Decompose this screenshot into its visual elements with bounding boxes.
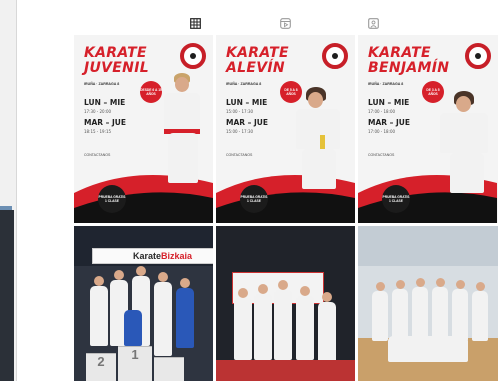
post-gym-group-photo[interactable] — [358, 226, 498, 381]
poster-location: IRUÑA · ZARRAGA 8 — [84, 82, 120, 86]
post-karate-juvenil[interactable]: KARATE JUVENIL IRUÑA · ZARRAGA 8 LUN – MI… — [74, 35, 213, 223]
age-badge: DE 3 A 5 AÑOS — [422, 81, 444, 103]
podium-second: 2 — [86, 353, 116, 381]
poster-location: IRUÑA · ZARRAGA 8 — [368, 82, 404, 86]
reels-icon — [279, 17, 291, 29]
post-podium-photo[interactable]: KarateBizkaia 2 1 — [74, 226, 213, 381]
poster-contact: CONTACTANOS — [84, 153, 111, 157]
poster-title: KARATE ALEVÍN — [226, 45, 289, 76]
post-group-medals-photo[interactable] — [216, 226, 355, 381]
poster-schedule: LUN – MIE 17:00 - 18:00 MAR – JUE 17:00 - … — [368, 98, 411, 134]
poster-contact: CONTACTANOS — [368, 153, 395, 157]
club-logo-icon — [322, 43, 348, 69]
background-window-photo — [0, 210, 14, 381]
posts-grid: KARATE JUVENIL IRUÑA · ZARRAGA 8 LUN – MI… — [74, 35, 498, 381]
post-karate-benjamin[interactable]: KARATE BENJAMÍN IRUÑA · ZARRAGA 8 LUN – M… — [358, 35, 498, 223]
grid-icon — [189, 17, 201, 29]
tab-tagged[interactable] — [302, 12, 444, 34]
poster-title: KARATE JUVENIL — [84, 45, 149, 76]
profile-tabs — [72, 12, 496, 34]
post-karate-alevin[interactable]: KARATE ALEVÍN IRUÑA · ZARRAGA 8 LUN – MIE… — [216, 35, 355, 223]
poster-schedule: LUN – MIE 17:30 - 20:00 MAR – JUE 18:15 - … — [84, 98, 127, 134]
club-logo-icon — [465, 43, 491, 69]
podium-third — [154, 357, 184, 381]
free-trial-badge: PRUEBA GRATIS 1 CLASE — [98, 185, 126, 213]
free-trial-badge: PRUEBA GRATIS 1 CLASE — [240, 185, 268, 213]
poster-contact: CONTACTANOS — [226, 153, 253, 157]
club-logo-icon — [180, 43, 206, 69]
free-trial-badge: PRUEBA GRATIS 1 CLASE — [382, 185, 410, 213]
poster-location: IRUÑA · ZARRAGA 8 — [226, 82, 262, 86]
age-badge: DESDE 6 A 15 AÑOS — [140, 81, 162, 103]
age-badge: DE 5 A 8 AÑOS — [280, 81, 302, 103]
poster-schedule: LUN – MIE 15:00 - 17:30 MAR – JUE 15:00 - … — [226, 98, 269, 134]
event-banner: KarateBizkaia — [92, 248, 213, 264]
podium-first: 1 — [118, 346, 152, 381]
tagged-icon — [367, 17, 379, 29]
panel-divider — [16, 0, 17, 381]
poster-title: KARATE BENJAMÍN — [368, 45, 450, 76]
